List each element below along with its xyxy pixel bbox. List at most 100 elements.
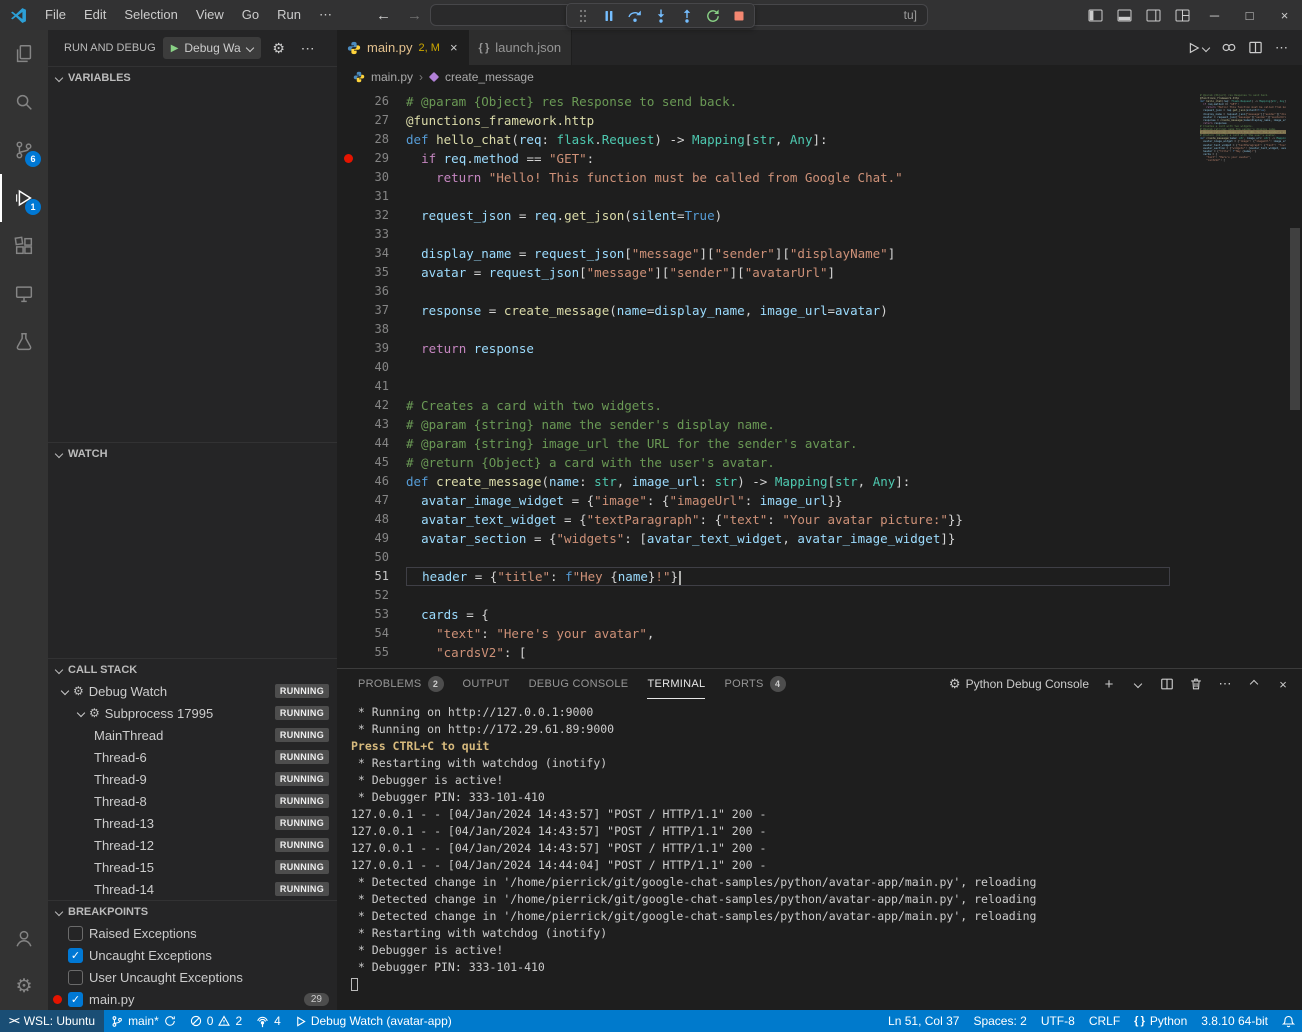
window-minimize-icon[interactable]: ─ [1197,0,1232,30]
code-text[interactable]: return "Hello! This function must be cal… [406,168,1170,187]
minimap[interactable]: # @param {Object} res Response to send b… [1200,94,1286,162]
code-text[interactable]: avatar_image_widget = {"image": {"imageU… [406,491,1170,510]
code-line[interactable]: 43# @param {string} name the sender's di… [337,415,1302,434]
code-line[interactable]: 39 return response [337,339,1302,358]
breakpoint-margin[interactable] [337,282,359,301]
code-line[interactable]: 48 avatar_text_widget = {"textParagraph"… [337,510,1302,529]
code-line[interactable]: 36 [337,282,1302,301]
customize-layout-icon[interactable] [1168,0,1197,30]
code-text[interactable] [406,187,1170,206]
search-icon[interactable] [0,78,48,126]
menu-selection[interactable]: Selection [115,0,186,30]
breakpoint-row[interactable]: ✓main.py29 [48,988,337,1010]
code-line[interactable]: 49 avatar_section = {"widgets": [avatar_… [337,529,1302,548]
tab-main-py[interactable]: main.py 2, M × [337,30,469,65]
breakpoint-row[interactable]: User Uncaught Exceptions [48,966,337,988]
ports-indicator[interactable]: 4 [249,1010,288,1032]
code-line[interactable]: 32 request_json = req.get_json(silent=Tr… [337,206,1302,225]
account-icon[interactable] [0,914,48,962]
watch-section-header[interactable]: WATCH [48,442,337,464]
breakpoint-margin[interactable] [337,339,359,358]
editor-scrollbar[interactable] [1290,228,1300,410]
tab-output[interactable]: OUTPUT [463,669,510,699]
code-text[interactable]: if req.method == "GET": [406,149,1170,168]
breakpoint-checkbox[interactable] [68,970,83,985]
new-terminal-icon[interactable]: + [1100,675,1118,693]
breadcrumb-file[interactable]: main.py [371,70,413,84]
encoding-indicator[interactable]: UTF-8 [1034,1010,1082,1032]
code-line[interactable]: 29 if req.method == "GET": [337,149,1302,168]
tab-ports[interactable]: PORTS 4 [724,669,785,699]
code-line[interactable]: 44# @param {string} image_url the URL fo… [337,434,1302,453]
code-line[interactable]: 51 header = {"title": f"Hey {name}!"} [337,567,1302,586]
toggle-primary-sidebar-icon[interactable] [1081,0,1110,30]
code-text[interactable]: # Creates a card with two widgets. [406,396,1170,415]
breakpoint-margin[interactable] [337,624,359,643]
call-stack-row[interactable]: Thread-14RUNNING [48,878,337,900]
breakpoint-row[interactable]: ✓Uncaught Exceptions [48,944,337,966]
run-and-debug-icon[interactable]: 1 [0,174,48,222]
breakpoint-margin[interactable] [337,586,359,605]
split-editor-icon[interactable] [1248,40,1263,55]
code-line[interactable]: 53 cards = { [337,605,1302,624]
debug-step-out-icon[interactable] [674,4,699,27]
nav-forward-icon[interactable]: → [407,7,422,24]
toggle-panel-icon[interactable] [1110,0,1139,30]
notifications-bell[interactable] [1275,1010,1302,1032]
breakpoint-margin[interactable] [337,529,359,548]
breakpoint-margin[interactable] [337,111,359,130]
menu-file[interactable]: File [36,0,75,30]
code-text[interactable]: response = create_message(name=display_n… [406,301,1170,320]
breakpoint-checkbox[interactable]: ✓ [68,948,83,963]
code-line[interactable]: 26# @param {Object} res Response to send… [337,92,1302,111]
breakpoint-indicator[interactable] [337,149,359,168]
breakpoint-margin[interactable] [337,168,359,187]
terminal-profile-chevron-icon[interactable] [1129,675,1147,693]
debug-step-over-icon[interactable] [622,4,647,27]
python-interpreter[interactable]: 3.8.10 64-bit [1194,1010,1275,1032]
branch-indicator[interactable]: main* [104,1010,183,1032]
code-text[interactable]: def create_message(name: str, image_url:… [406,472,1170,491]
call-stack-row[interactable]: ⚙Debug WatchRUNNING [48,680,337,702]
code-line[interactable]: 27@functions_framework.http [337,111,1302,130]
breakpoint-margin[interactable] [337,510,359,529]
breakpoints-section-header[interactable]: BREAKPOINTS [48,900,337,922]
code-line[interactable]: 50 [337,548,1302,567]
breakpoint-margin[interactable] [337,206,359,225]
code-text[interactable]: # @return {Object} a card with the user'… [406,453,1170,472]
code-text[interactable]: @functions_framework.http [406,111,1170,130]
code-line[interactable]: 35 avatar = request_json["message"]["sen… [337,263,1302,282]
breakpoint-checkbox[interactable]: ✓ [68,992,83,1007]
call-stack-row[interactable]: Thread-15RUNNING [48,856,337,878]
code-text[interactable]: return response [406,339,1170,358]
code-line[interactable]: 46def create_message(name: str, image_ur… [337,472,1302,491]
tab-debug-console[interactable]: DEBUG CONSOLE [529,669,629,699]
breakpoint-margin[interactable] [337,472,359,491]
code-line[interactable]: 37 response = create_message(name=displa… [337,301,1302,320]
close-panel-icon[interactable]: × [1274,675,1292,693]
panel-more-icon[interactable]: ⋯ [1216,675,1234,693]
problems-indicator[interactable]: 0 2 [183,1010,249,1032]
tab-terminal[interactable]: TERMINAL [647,669,705,699]
remote-explorer-icon[interactable] [0,270,48,318]
code-text[interactable]: "text": "Here's your avatar", [406,624,1170,643]
indentation-indicator[interactable]: Spaces: 2 [966,1010,1033,1032]
code-text[interactable] [406,225,1170,244]
call-stack-row[interactable]: Thread-12RUNNING [48,834,337,856]
tab-problems[interactable]: PROBLEMS 2 [358,669,444,699]
menu-view[interactable]: View [187,0,233,30]
call-stack-row[interactable]: ⚙Subprocess 17995RUNNING [48,702,337,724]
code-line[interactable]: 55 "cardsV2": [ [337,643,1302,662]
code-text[interactable] [406,320,1170,339]
breakpoint-margin[interactable] [337,643,359,662]
menu-run[interactable]: Run [268,0,310,30]
settings-gear-icon[interactable]: ⚙ [0,962,48,1010]
toolbar-grip-icon[interactable] [570,4,595,27]
code-line[interactable]: 30 return "Hello! This function must be … [337,168,1302,187]
code-text[interactable] [406,548,1170,567]
breakpoint-row[interactable]: Raised Exceptions [48,922,337,944]
variables-section-header[interactable]: VARIABLES [48,66,337,88]
debug-stop-icon[interactable] [726,4,751,27]
run-python-file-button[interactable] [1186,41,1209,55]
tab-close-icon[interactable]: × [450,40,458,55]
